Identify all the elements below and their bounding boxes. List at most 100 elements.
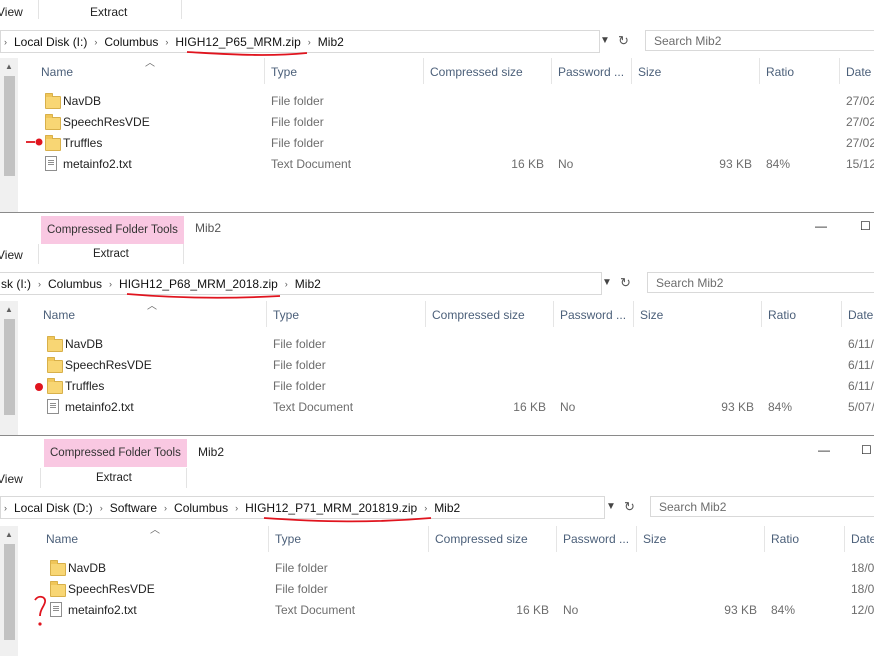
file-name: SpeechResVDE	[65, 358, 152, 372]
password-flag: No	[558, 157, 574, 171]
ribbon-extract-button[interactable]: Extract	[96, 472, 132, 484]
maximize-icon[interactable]: ☐	[860, 219, 871, 233]
search-input[interactable]: Search Mib2	[650, 496, 874, 517]
breadcrumb-item[interactable]: Local Disk (I:)	[10, 35, 91, 49]
compressed-folder-tools-tab[interactable]: Compressed Folder Tools	[41, 216, 184, 244]
sort-caret-icon: ︿	[145, 58, 155, 69]
compressed-folder-tools-tab[interactable]: Compressed Folder Tools	[44, 439, 187, 467]
vertical-scrollbar[interactable]: ▲	[0, 526, 18, 656]
file-date: 27/02	[846, 136, 874, 150]
column-header-name[interactable]: Name	[41, 65, 73, 79]
column-header-type[interactable]: Type	[273, 308, 299, 322]
file-date: 12/0	[851, 603, 874, 617]
refresh-icon[interactable]: ↻	[624, 499, 635, 515]
address-dropdown-icon[interactable]: ▼	[606, 501, 616, 512]
scroll-up-icon[interactable]: ▲	[5, 305, 13, 314]
compressed-size: 16 KB	[513, 400, 546, 414]
column-header-name[interactable]: Name	[46, 532, 78, 546]
breadcrumb-item[interactable]: Mib2	[314, 35, 348, 49]
file-type: File folder	[275, 582, 328, 596]
breadcrumb-item[interactable]: sk (I:)	[0, 277, 35, 291]
column-header-ratio[interactable]: Ratio	[766, 65, 794, 79]
column-header-type[interactable]: Type	[275, 532, 301, 546]
refresh-icon[interactable]: ↻	[620, 275, 631, 291]
breadcrumb-separator-icon: ›	[38, 278, 41, 289]
ribbon-tab-view[interactable]: View	[0, 472, 23, 486]
vertical-scrollbar[interactable]: ▲	[0, 58, 18, 212]
breadcrumb-item[interactable]: Columbus	[100, 35, 162, 49]
column-header-ratio[interactable]: Ratio	[768, 308, 796, 322]
column-header-date[interactable]: Date	[848, 308, 873, 322]
breadcrumb-item[interactable]: Columbus	[170, 501, 232, 515]
search-input[interactable]: Search Mib2	[645, 30, 874, 51]
column-header-compressed-size[interactable]: Compressed size	[435, 532, 528, 546]
column-header-date[interactable]: Date	[851, 532, 874, 546]
column-header-size[interactable]: Size	[640, 308, 663, 322]
scrollbar-thumb[interactable]	[4, 76, 15, 176]
column-header-compressed-size[interactable]: Compressed size	[430, 65, 523, 79]
scrollbar-thumb[interactable]	[4, 319, 15, 415]
column-header-ratio[interactable]: Ratio	[771, 532, 799, 546]
folder-icon	[47, 378, 63, 394]
file-type: File folder	[271, 136, 324, 150]
ribbon-tab-view[interactable]: View	[0, 248, 23, 262]
breadcrumb-item[interactable]: Software	[106, 501, 161, 515]
breadcrumb-separator-icon: ›	[307, 36, 311, 47]
column-header-password[interactable]: Password ...	[560, 308, 626, 322]
column-header-size[interactable]: Size	[643, 532, 666, 546]
file-name: NavDB	[63, 94, 102, 108]
column-header-size[interactable]: Size	[638, 65, 661, 79]
scroll-up-icon[interactable]: ▲	[5, 62, 13, 71]
breadcrumb-separator-icon: ›	[4, 502, 7, 513]
breadcrumb-separator-icon: ›	[284, 278, 288, 289]
breadcrumb-separator-icon: ›	[109, 278, 113, 289]
folder-icon	[47, 336, 63, 352]
explorer-window-3: Compressed Folder Tools Mib2 — ☐ View Ex…	[0, 436, 874, 656]
breadcrumb-item[interactable]: HIGH12_P68_MRM_2018.zip	[115, 277, 282, 291]
ribbon-extract-button[interactable]: Extract	[90, 5, 127, 19]
ribbon-divider	[38, 244, 39, 264]
compressed-size: 16 KB	[511, 157, 544, 171]
file-name: SpeechResVDE	[68, 582, 155, 596]
minimize-icon[interactable]: —	[815, 219, 827, 233]
column-header-password[interactable]: Password ...	[563, 532, 629, 546]
vertical-scrollbar[interactable]: ▲	[0, 301, 18, 435]
address-dropdown-icon[interactable]: ▼	[602, 277, 612, 288]
breadcrumb-item[interactable]: HIGH12_P65_MRM.zip	[171, 35, 304, 49]
ribbon-tab-view[interactable]: View	[0, 5, 23, 19]
file-name: NavDB	[68, 561, 107, 575]
folder-icon	[45, 93, 61, 109]
column-header-date[interactable]: Date	[846, 65, 871, 79]
column-header-compressed-size[interactable]: Compressed size	[432, 308, 525, 322]
folder-icon	[45, 114, 61, 130]
address-dropdown-icon[interactable]: ▼	[600, 35, 610, 46]
maximize-icon[interactable]: ☐	[861, 443, 872, 457]
breadcrumb-item[interactable]: HIGH12_P71_MRM_201819.zip	[241, 501, 421, 515]
breadcrumb-item[interactable]: Columbus	[44, 277, 106, 291]
column-header-name[interactable]: Name	[43, 308, 75, 322]
breadcrumb-item[interactable]: Mib2	[291, 277, 325, 291]
breadcrumb-separator-icon: ›	[164, 502, 168, 513]
compression-ratio: 84%	[771, 603, 796, 617]
search-input[interactable]: Search Mib2	[647, 272, 874, 293]
folder-icon	[50, 581, 66, 597]
file-date: 18/0	[851, 582, 874, 596]
file-name: metainfo2.txt	[65, 400, 134, 414]
column-header-password[interactable]: Password ...	[558, 65, 624, 79]
column-header-type[interactable]: Type	[271, 65, 297, 79]
scroll-up-icon[interactable]: ▲	[5, 530, 13, 539]
breadcrumb-item[interactable]: Local Disk (D:)	[10, 501, 97, 515]
refresh-icon[interactable]: ↻	[618, 33, 629, 49]
minimize-icon[interactable]: —	[818, 443, 830, 457]
address-bar[interactable]: sk (I:) › Columbus › HIGH12_P68_MRM_2018…	[0, 272, 602, 295]
breadcrumb-item[interactable]: Mib2	[430, 501, 464, 515]
red-arrow-annotation	[26, 138, 43, 146]
ribbon-extract-button[interactable]: Extract	[93, 248, 129, 260]
file-date: 27/02	[846, 115, 874, 129]
file-size: 93 KB	[721, 400, 754, 414]
compressed-size: 16 KB	[516, 603, 549, 617]
file-name: Truffles	[63, 136, 103, 150]
scrollbar-thumb[interactable]	[4, 544, 15, 640]
file-type: Text Document	[275, 603, 356, 617]
explorer-window-2: Compressed Folder Tools Mib2 — ☐ View Ex…	[0, 213, 874, 435]
